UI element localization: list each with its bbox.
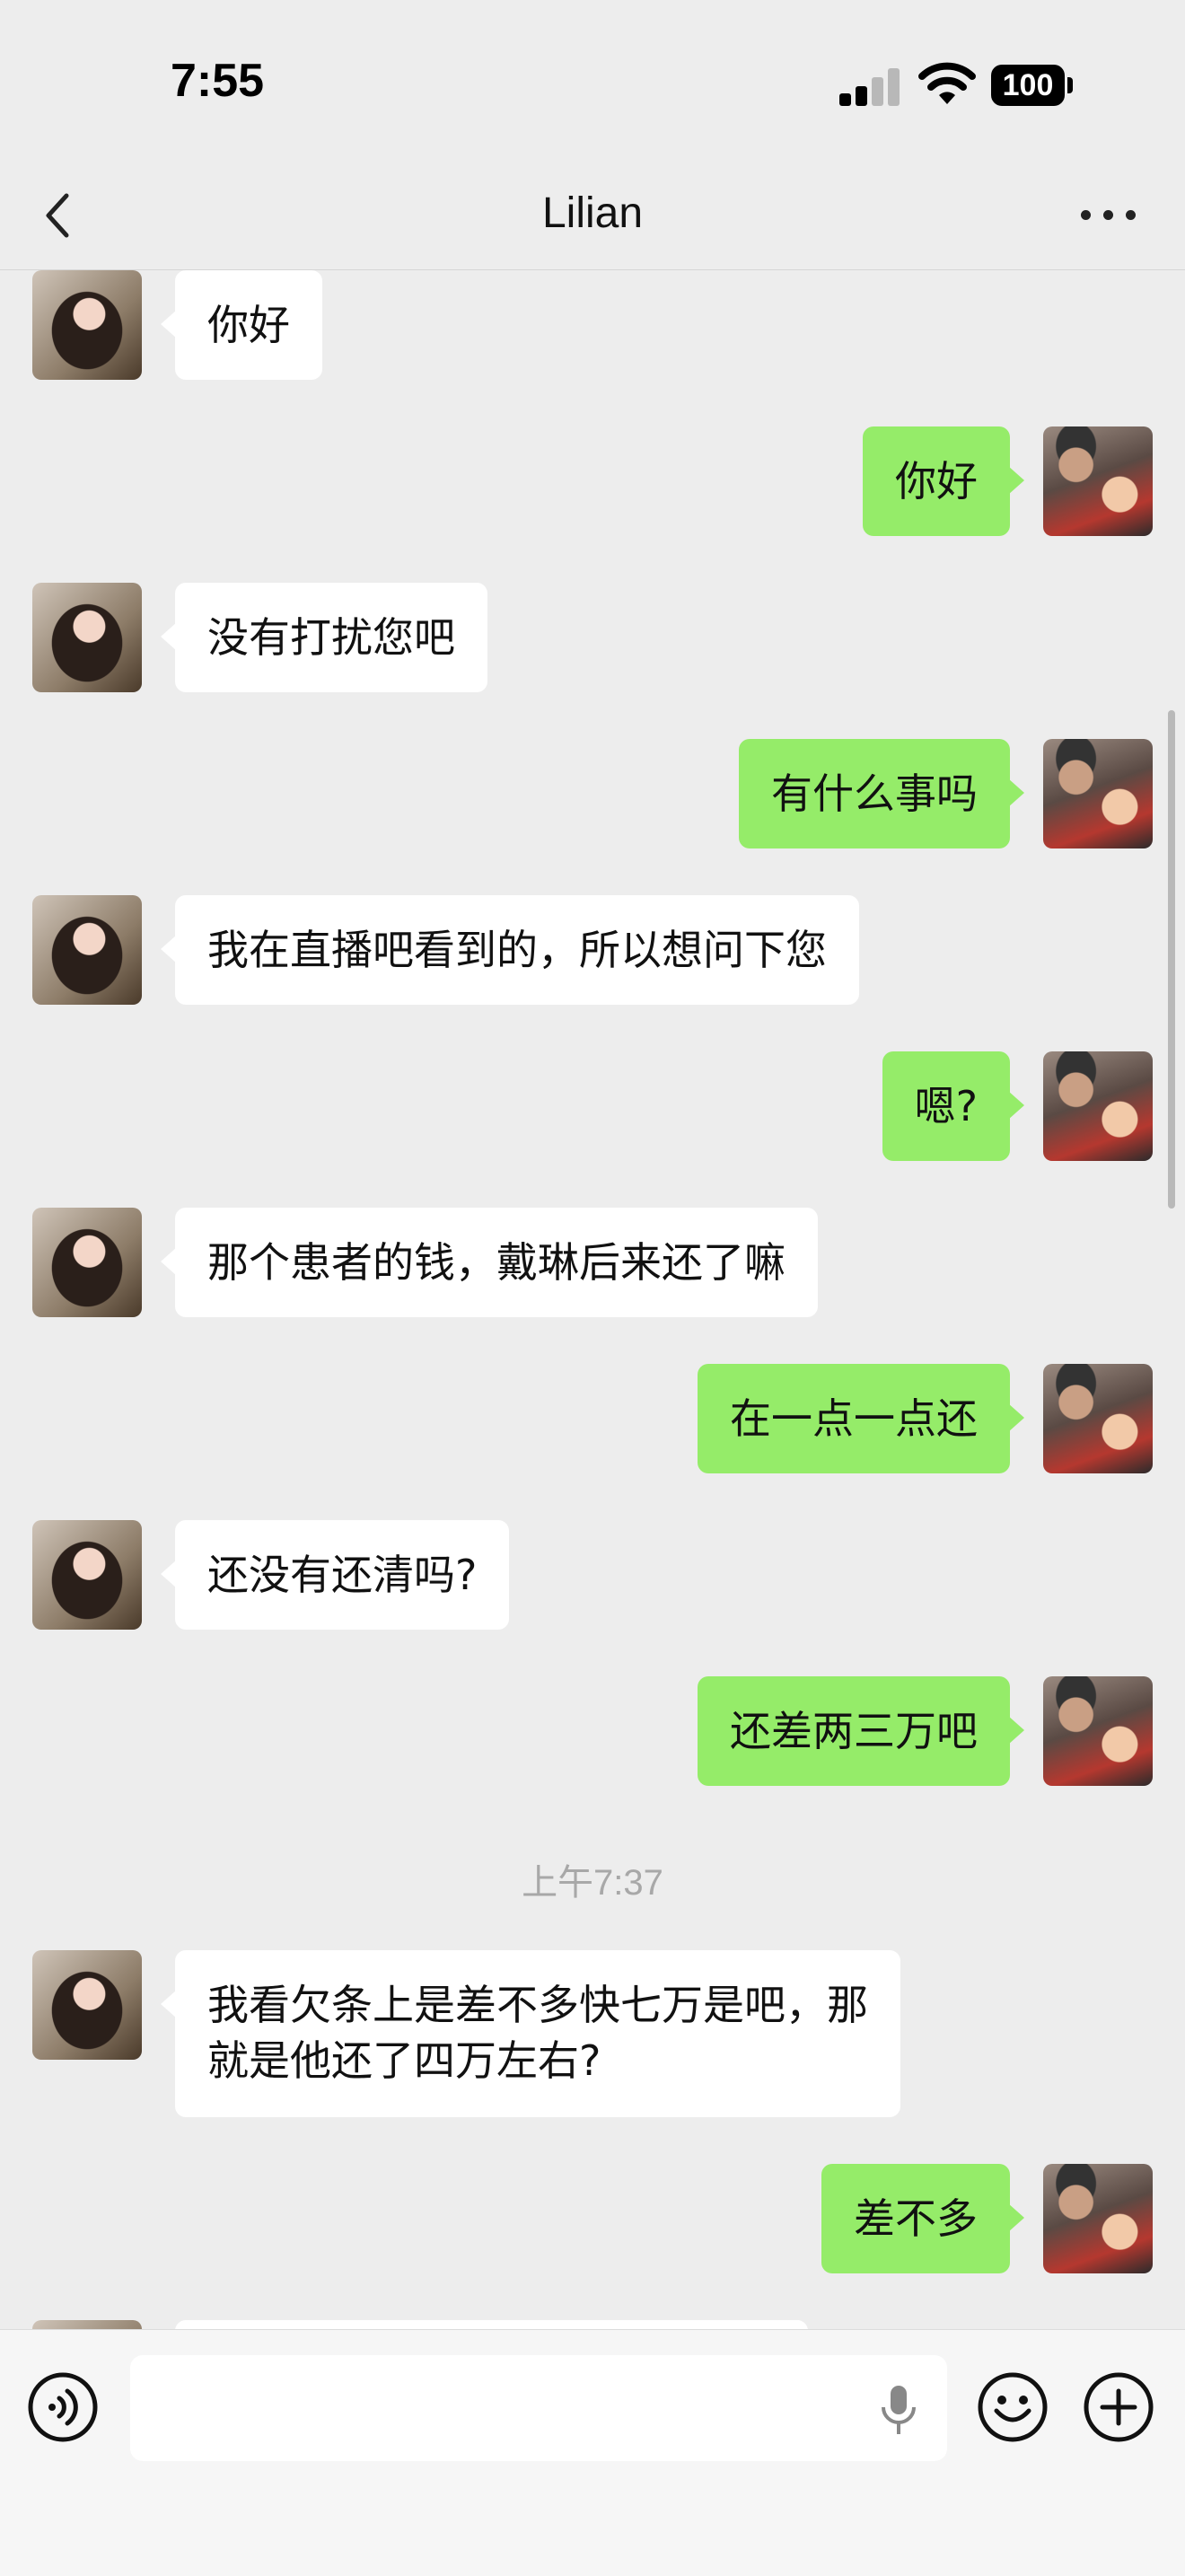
my-avatar[interactable] (1043, 1051, 1153, 1161)
incoming-bubble[interactable]: 我看欠条上是差不多快七万是吧，那 就是他还了四万左右? (161, 1950, 900, 2117)
cellular-signal-icon (839, 65, 902, 106)
message-input[interactable] (130, 2355, 947, 2461)
incoming-bubble[interactable]: 我在直播吧看到的，所以想问下您 (161, 895, 859, 1005)
outgoing-bubble[interactable]: 嗯? (882, 1051, 1025, 1161)
my-avatar[interactable] (1043, 426, 1153, 536)
incoming-bubble[interactable]: 没有打扰您吧 (161, 583, 487, 692)
my-avatar[interactable] (1043, 2164, 1153, 2273)
bubble-line: 就是他还了四万左右? (207, 2036, 601, 2085)
chat-title: Lilian (541, 189, 644, 237)
my-avatar[interactable] (1043, 1676, 1153, 1786)
contact-avatar[interactable] (32, 2320, 142, 2329)
contact-avatar[interactable] (32, 1520, 142, 1630)
outgoing-bubble[interactable]: 还差两三万吧 (698, 1676, 1024, 1786)
input-bar (0, 2329, 1185, 2576)
message-row-partial (0, 2320, 1185, 2329)
contact-avatar[interactable] (32, 895, 142, 1005)
battery-icon: 100 (991, 65, 1073, 106)
my-avatar[interactable] (1043, 1364, 1153, 1473)
battery-level: 100 (991, 65, 1065, 106)
outgoing-bubble[interactable]: 你好 (863, 426, 1024, 536)
message-timestamp: 上午7:37 (522, 1863, 663, 1903)
more-dots-icon[interactable] (1077, 198, 1140, 233)
scrollbar[interactable] (1168, 710, 1175, 1209)
bubble-line: 我看欠条上是差不多快七万是吧，那 (207, 1981, 868, 2029)
message-list[interactable]: 你好 你好 没有打扰您吧 有什么事吗 我在直播吧看到的，所以想问下您 嗯? 那个… (0, 270, 1185, 2329)
message-row: 嗯? (0, 1051, 1185, 1161)
outgoing-bubble[interactable]: 在一点一点还 (698, 1364, 1024, 1473)
my-avatar[interactable] (1043, 739, 1153, 848)
message-row: 差不多 (0, 2164, 1185, 2273)
status-bar: 7:55 100 (0, 0, 1185, 162)
voice-icon[interactable] (27, 2371, 99, 2443)
message-row: 那个患者的钱，戴琳后来还了嘛 (0, 1208, 1185, 1317)
outgoing-bubble[interactable]: 有什么事吗 (739, 739, 1024, 848)
contact-avatar[interactable] (32, 583, 142, 692)
incoming-bubble[interactable]: 那个患者的钱，戴琳后来还了嘛 (161, 1208, 818, 1317)
incoming-bubble[interactable]: 还没有还清吗? (160, 1520, 510, 1630)
status-time: 7:55 (171, 55, 265, 107)
message-row: 你好 (0, 426, 1185, 536)
contact-avatar[interactable] (32, 1950, 142, 2060)
emoji-icon[interactable] (977, 2371, 1049, 2443)
incoming-bubble-partial[interactable] (175, 2320, 808, 2329)
outgoing-bubble[interactable]: 差不多 (821, 2164, 1024, 2273)
message-row: 在一点一点还 (0, 1364, 1185, 1473)
wifi-icon (918, 62, 976, 104)
message-row: 有什么事吗 (0, 739, 1185, 848)
contact-avatar[interactable] (32, 270, 142, 380)
chat-header: Lilian (0, 162, 1185, 270)
plus-icon[interactable] (1083, 2371, 1154, 2443)
message-row: 没有打扰您吧 (0, 583, 1185, 692)
message-row: 还差两三万吧 (0, 1676, 1185, 1786)
microphone-icon[interactable] (875, 2382, 922, 2438)
incoming-bubble[interactable]: 你好 (161, 270, 322, 380)
message-row: 我看欠条上是差不多快七万是吧，那 就是他还了四万左右? (0, 1950, 1185, 2117)
message-row: 我在直播吧看到的，所以想问下您 (0, 895, 1185, 1005)
message-row: 还没有还清吗? (0, 1520, 1185, 1630)
message-row: 你好 (0, 270, 1185, 380)
contact-avatar[interactable] (32, 1208, 142, 1317)
